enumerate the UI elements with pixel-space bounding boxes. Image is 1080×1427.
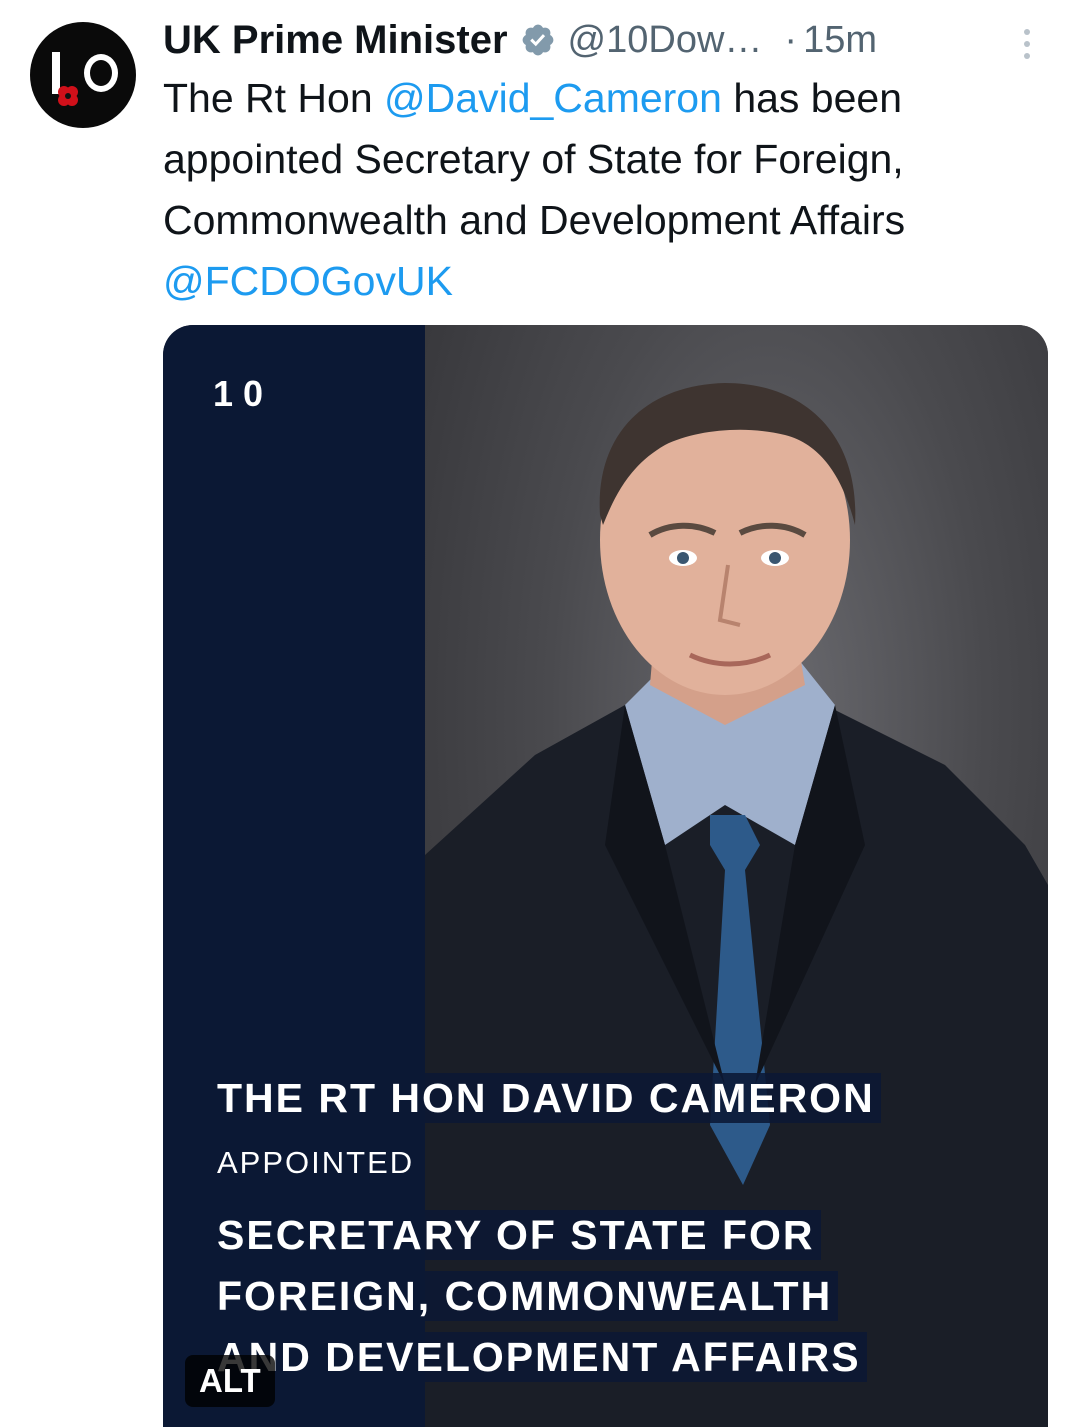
- media-name-text: THE RT HON DAVID CAMERON: [213, 1073, 881, 1123]
- media-role-line-1: SECRETARY OF STATE FOR: [213, 1210, 821, 1260]
- avatar-logo-zero: [84, 54, 118, 92]
- tweet[interactable]: UK Prime Minister @10Dow… · 15m The Rt H…: [0, 0, 1080, 1427]
- media-role-line-3: AND DEVELOPMENT AFFAIRS: [213, 1332, 867, 1382]
- poppy-icon: [58, 86, 78, 106]
- media-name-line: THE RT HON DAVID CAMERON: [213, 1073, 1033, 1123]
- tweet-text: The Rt Hon @David_Cameron has been appoi…: [163, 68, 1053, 312]
- more-options-icon[interactable]: [1012, 24, 1042, 64]
- timestamp-separator: ·: [784, 18, 798, 61]
- tweet-text-prefix: The Rt Hon: [163, 75, 385, 121]
- handle[interactable]: @10Dow…: [568, 19, 763, 62]
- media-role: SECRETARY OF STATE FOR FOREIGN, COMMONWE…: [213, 1205, 1033, 1388]
- display-name[interactable]: UK Prime Minister: [163, 18, 508, 63]
- media-appointed-text: APPOINTED: [213, 1143, 421, 1182]
- alt-text-button[interactable]: ALT: [185, 1355, 275, 1407]
- media-role-line-2: FOREIGN, COMMONWEALTH: [213, 1271, 839, 1321]
- mention-fcdo[interactable]: @FCDOGovUK: [163, 258, 453, 304]
- verified-check-icon[interactable]: [520, 22, 556, 58]
- tweet-media-image[interactable]: 10 THE RT HON DAVID CAMERON APPOINTED SE…: [163, 325, 1048, 1427]
- number-ten-brand: 10: [213, 373, 274, 414]
- media-appointed-line: APPOINTED: [213, 1143, 1033, 1182]
- timestamp[interactable]: 15m: [803, 19, 877, 62]
- avatar[interactable]: [30, 22, 136, 128]
- tweet-header: UK Prime Minister @10Dow… · 15m: [163, 10, 1053, 70]
- mention-david-cameron[interactable]: @David_Cameron: [384, 75, 722, 121]
